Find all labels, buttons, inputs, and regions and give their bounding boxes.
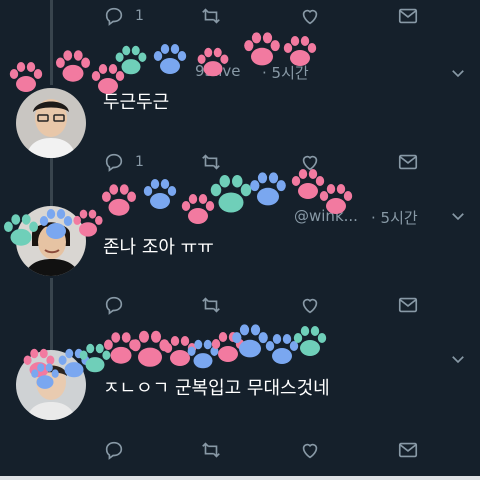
chevron-down-icon bbox=[452, 356, 464, 364]
timestamp[interactable]: · 5시간 bbox=[262, 62, 309, 83]
paw-print-icon bbox=[100, 328, 142, 370]
tweet-text: ㅈㄴㅇㄱ 군복입고 무대스것네 bbox=[103, 378, 330, 399]
like-button[interactable] bbox=[299, 0, 321, 32]
like-button[interactable] bbox=[299, 146, 321, 178]
paw-print-icon bbox=[112, 42, 150, 80]
timestamp[interactable]: · 5시간 bbox=[371, 207, 418, 228]
paw-print-icon bbox=[228, 320, 272, 364]
retweet-icon bbox=[200, 5, 222, 27]
reply-icon bbox=[103, 294, 125, 316]
tweet-actions: 1 bbox=[0, 0, 480, 32]
avatar[interactable] bbox=[16, 206, 86, 276]
message-icon bbox=[397, 294, 419, 316]
paw-print-icon bbox=[126, 326, 174, 374]
message-button[interactable] bbox=[397, 434, 419, 466]
more-options-button[interactable] bbox=[449, 350, 467, 368]
more-options-button[interactable] bbox=[449, 64, 467, 82]
tweet-actions: 1 bbox=[0, 146, 480, 178]
like-icon bbox=[299, 439, 321, 461]
paw-print-icon bbox=[290, 322, 330, 362]
like-button[interactable] bbox=[299, 289, 321, 321]
retweet-button[interactable] bbox=[200, 434, 222, 466]
chevron-down-icon bbox=[452, 213, 464, 221]
retweet-icon bbox=[200, 294, 222, 316]
like-icon bbox=[299, 5, 321, 27]
handle[interactable]: @wink... bbox=[294, 207, 358, 225]
bottom-edge bbox=[0, 476, 480, 480]
message-icon bbox=[397, 5, 419, 27]
reply-icon bbox=[103, 151, 125, 173]
paw-print-icon bbox=[140, 175, 180, 215]
message-button[interactable] bbox=[397, 289, 419, 321]
reply-button[interactable] bbox=[103, 434, 135, 466]
retweet-icon bbox=[200, 439, 222, 461]
like-icon bbox=[299, 294, 321, 316]
retweet-button[interactable] bbox=[200, 289, 222, 321]
paw-print-icon bbox=[208, 328, 248, 368]
reply-button[interactable] bbox=[103, 289, 135, 321]
paw-print-icon bbox=[150, 40, 190, 80]
avatar[interactable] bbox=[16, 350, 86, 420]
message-icon bbox=[397, 151, 419, 173]
like-icon bbox=[299, 151, 321, 173]
message-icon bbox=[397, 439, 419, 461]
reply-button[interactable]: 1 bbox=[103, 146, 144, 178]
reply-icon bbox=[103, 439, 125, 461]
tweet-actions bbox=[0, 434, 480, 466]
message-button[interactable] bbox=[397, 146, 419, 178]
retweet-icon bbox=[200, 151, 222, 173]
paw-print-icon bbox=[262, 330, 302, 370]
reply-icon bbox=[103, 5, 125, 27]
like-button[interactable] bbox=[299, 434, 321, 466]
tweet-text: 존나 조아 ㅠㅠ bbox=[103, 237, 214, 258]
message-button[interactable] bbox=[397, 0, 419, 32]
tweet-actions bbox=[0, 289, 480, 321]
paw-print-icon bbox=[184, 336, 222, 374]
paw-print-icon bbox=[98, 180, 140, 222]
tweet-text: 두근두근 bbox=[103, 92, 170, 113]
retweet-button[interactable] bbox=[200, 0, 222, 32]
paw-print-icon bbox=[52, 46, 94, 88]
reply-count: 1 bbox=[135, 154, 144, 170]
paw-print-icon bbox=[160, 332, 200, 372]
retweet-button[interactable] bbox=[200, 146, 222, 178]
avatar-smiling-man-icon bbox=[16, 206, 86, 276]
more-options-button[interactable] bbox=[449, 207, 467, 225]
chevron-down-icon bbox=[452, 70, 464, 78]
handle[interactable]: 93live bbox=[195, 62, 241, 80]
reply-button[interactable]: 1 bbox=[103, 0, 144, 32]
avatar-boy-portrait-icon bbox=[16, 350, 86, 420]
paw-print-icon bbox=[178, 190, 218, 230]
reply-count: 1 bbox=[135, 8, 144, 24]
